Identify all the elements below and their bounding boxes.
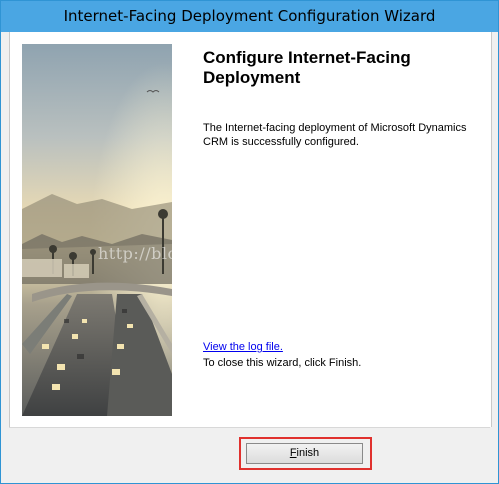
status-message: The Internet-facing deployment of Micros… — [203, 122, 467, 148]
footer-divider — [9, 427, 490, 428]
watermark-text: http://blog.csdn.net/sytiao — [98, 244, 324, 263]
wizard-window: Internet-Facing Deployment Configuration… — [0, 0, 499, 484]
finish-mnemonic: F — [289, 447, 297, 459]
finish-label: inish — [296, 447, 320, 459]
title-bar[interactable]: Internet-Facing Deployment Configuration… — [1, 1, 498, 32]
close-instructions: To close this wizard, click Finish. — [203, 357, 362, 369]
wizard-content-panel: Configure Internet-Facing Deployment The… — [9, 32, 492, 427]
page-title: Configure Internet-Facing Deployment — [203, 48, 411, 87]
window-title: Internet-Facing Deployment Configuration… — [63, 7, 436, 25]
view-log-link[interactable]: View the log file. — [203, 341, 283, 353]
wizard-side-image — [22, 44, 172, 416]
finish-button[interactable]: Finish — [246, 443, 363, 464]
